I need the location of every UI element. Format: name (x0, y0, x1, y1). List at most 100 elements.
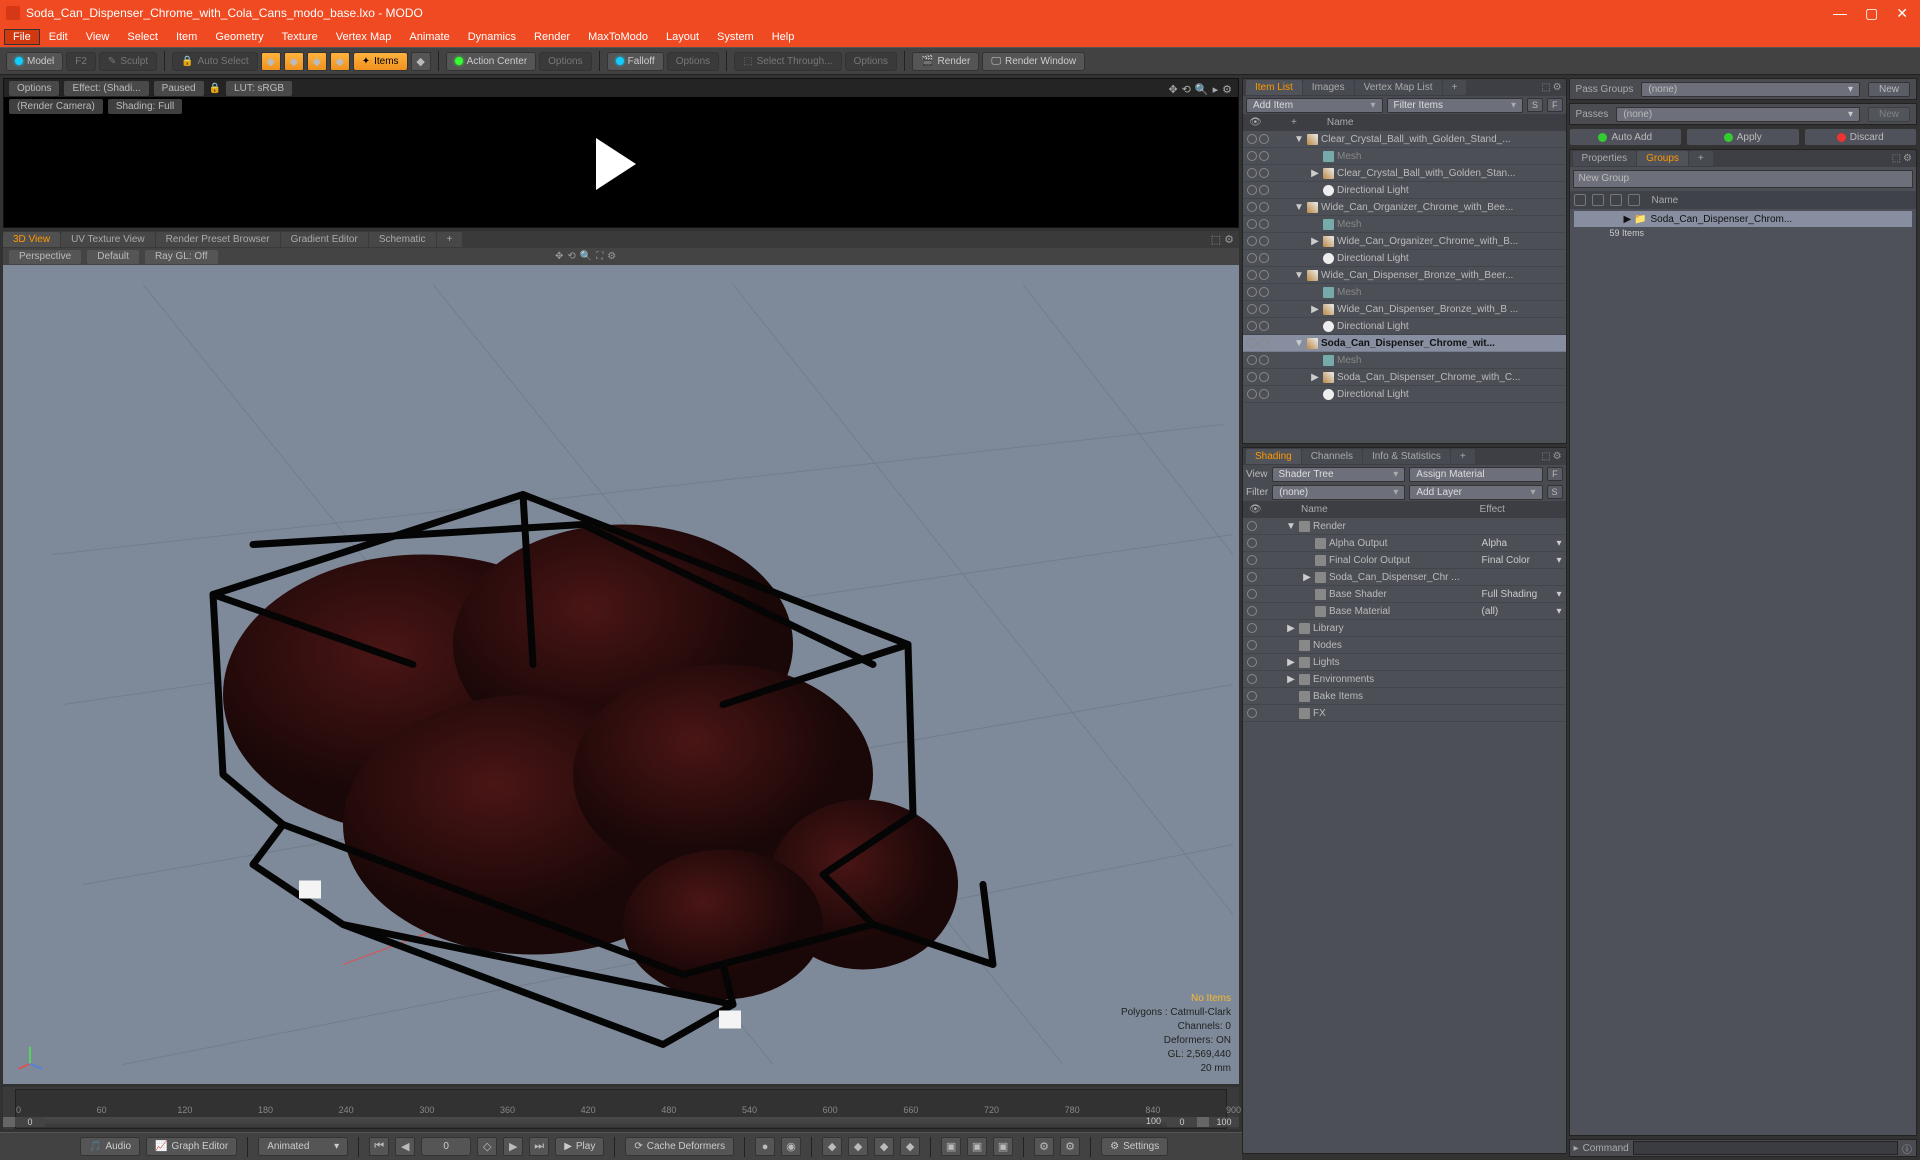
vp-move-icon[interactable]: ✥ (555, 251, 563, 262)
menu-maxtomodo[interactable]: MaxToModo (579, 29, 657, 45)
rec2-icon[interactable]: ◉ (781, 1137, 801, 1156)
gh-c2[interactable] (1592, 194, 1604, 206)
menu-file[interactable]: File (4, 29, 40, 45)
sh-effect-header[interactable]: Effect (1480, 504, 1560, 515)
assign-material-button[interactable]: Assign Material (1409, 467, 1543, 482)
menu-geometry[interactable]: Geometry (206, 29, 272, 45)
item-row[interactable]: ▶ Wide_Can_Dispenser_Bronze_with_B ... (1243, 301, 1566, 318)
group-item[interactable]: ▶ 📁 Soda_Can_Dispenser_Chrom... (1574, 211, 1912, 227)
audio-button[interactable]: 🎵 Audio (80, 1137, 140, 1156)
sh-f-chip[interactable]: F (1547, 467, 1563, 481)
panel-max-icon[interactable]: ⬚ (1541, 451, 1550, 462)
pv-play-icon[interactable]: ▸ (1213, 83, 1219, 96)
item-row[interactable]: Mesh (1243, 284, 1566, 301)
item-row[interactable]: Directional Light (1243, 250, 1566, 267)
cache-button[interactable]: ⟳ Cache Deformers (625, 1137, 734, 1156)
viewport-3d[interactable]: No Items Polygons : Catmull-Clark Channe… (3, 265, 1239, 1084)
menu-texture[interactable]: Texture (273, 29, 327, 45)
add-layer-select[interactable]: Add Layer▾ (1409, 485, 1542, 500)
shading-select[interactable]: Default (87, 250, 139, 264)
maximize-button[interactable]: ▢ (1865, 5, 1878, 22)
pv-gear-icon[interactable]: ⚙ (1222, 83, 1232, 96)
il-f-chip[interactable]: F (1547, 98, 1563, 112)
model-button[interactable]: Model (6, 52, 63, 71)
shader-row[interactable]: Final Color OutputFinal Color▾ (1243, 552, 1566, 569)
current-frame[interactable]: 0 (421, 1137, 471, 1156)
command-input[interactable] (1633, 1141, 1898, 1155)
sh-tab-2[interactable]: Info & Statistics (1363, 449, 1450, 464)
first-frame-icon[interactable]: ⏮ (369, 1137, 389, 1156)
item-row[interactable]: Directional Light (1243, 386, 1566, 403)
shader-row[interactable]: Base ShaderFull Shading▾ (1243, 586, 1566, 603)
graph-button[interactable]: 📈 Graph Editor (146, 1137, 237, 1156)
vp-tab-0[interactable]: 3D View (3, 232, 60, 247)
k4-icon[interactable]: ◆ (900, 1137, 920, 1156)
vp-tab-4[interactable]: Schematic (369, 232, 436, 247)
record-icon[interactable]: ● (755, 1137, 775, 1156)
key-icon[interactable]: ◇ (477, 1137, 497, 1156)
vp-tab-3[interactable]: Gradient Editor (281, 232, 368, 247)
vp-tab-1[interactable]: UV Texture View (61, 232, 155, 247)
pass-new-button[interactable]: New (1868, 82, 1910, 97)
tl-track[interactable]: 100 (45, 1117, 1167, 1127)
filter-none-select[interactable]: (none)▾ (1272, 485, 1405, 500)
new-group-input[interactable]: New Group (1573, 170, 1913, 188)
item-row[interactable]: ▼ Clear_Crystal_Ball_with_Golden_Stand_.… (1243, 131, 1566, 148)
lock-icon[interactable]: 🔒 (209, 83, 221, 94)
raygl-toggle[interactable]: Ray GL: Off (145, 250, 218, 264)
m1-icon[interactable]: ▣ (941, 1137, 961, 1156)
vp-gear2-icon[interactable]: ⚙ (607, 251, 616, 262)
panel-max-icon[interactable]: ⬚ (1541, 82, 1550, 93)
gr-tab-0[interactable]: Properties (1573, 151, 1637, 166)
tl-grip-left[interactable] (3, 1117, 15, 1127)
gh-c1[interactable] (1574, 194, 1586, 206)
menu-help[interactable]: Help (763, 29, 804, 45)
filter-items-select[interactable]: Filter Items▾ (1387, 98, 1524, 113)
n2-icon[interactable]: ⚙ (1060, 1137, 1080, 1156)
sel-mode-1-icon[interactable]: ◆ (261, 52, 281, 71)
passes-select[interactable]: (none)▾ (1616, 107, 1860, 122)
preview-camera[interactable]: (Render Camera) (9, 99, 103, 114)
play-icon[interactable] (596, 138, 636, 190)
minimize-button[interactable]: — (1833, 5, 1847, 22)
shader-row[interactable]: ▼ Render (1243, 518, 1566, 535)
item-row[interactable]: ▼ Wide_Can_Dispenser_Bronze_with_Beer... (1243, 267, 1566, 284)
item-row[interactable]: Mesh (1243, 148, 1566, 165)
item-row[interactable]: ▼ Soda_Can_Dispenser_Chrome_wit... (1243, 335, 1566, 352)
shader-row[interactable]: Bake Items (1243, 688, 1566, 705)
sel-mode-4-icon[interactable]: ◆ (330, 52, 350, 71)
shader-row[interactable]: Alpha OutputAlpha▾ (1243, 535, 1566, 552)
shader-row[interactable]: ▶ Environments (1243, 671, 1566, 688)
sh-tab-3[interactable]: + (1451, 449, 1475, 464)
shader-row[interactable]: ▶ Soda_Can_Dispenser_Chr ... (1243, 569, 1566, 586)
k2-icon[interactable]: ◆ (848, 1137, 868, 1156)
panel-max-icon[interactable]: ⬚ (1892, 153, 1901, 164)
preview-effect[interactable]: Effect: (Shadi... (64, 81, 148, 96)
sh-tab-1[interactable]: Channels (1302, 449, 1362, 464)
options-2-button[interactable]: Options (667, 52, 719, 71)
close-button[interactable]: ✕ (1896, 5, 1908, 22)
shader-tree-select[interactable]: Shader Tree▾ (1272, 467, 1406, 482)
sh-tab-0[interactable]: Shading (1246, 449, 1301, 464)
item-row[interactable]: Directional Light (1243, 182, 1566, 199)
vp-gear-icon[interactable]: ⚙ (1224, 233, 1234, 246)
vp-rotate-icon[interactable]: ⟲ (567, 251, 575, 262)
play-button[interactable]: ▶ Play (555, 1137, 604, 1156)
apply-button[interactable]: Apply (1686, 128, 1799, 146)
m2-icon[interactable]: ▣ (967, 1137, 987, 1156)
menu-vertex-map[interactable]: Vertex Map (327, 29, 401, 45)
render-preview[interactable]: Options Effect: (Shadi... Paused 🔒 LUT: … (3, 78, 1239, 228)
menu-view[interactable]: View (77, 29, 119, 45)
vp-tab-2[interactable]: Render Preset Browser (156, 232, 280, 247)
render-window-button[interactable]: 🖵 Render Window (982, 52, 1085, 71)
sculpt-button[interactable]: ✎ Sculpt (99, 52, 157, 71)
panel-gear-icon[interactable]: ⚙ (1903, 153, 1912, 164)
command-line[interactable]: ▸Command ⓘ (1569, 1139, 1917, 1157)
shader-row[interactable]: ▶ Lights (1243, 654, 1566, 671)
sh-s-chip[interactable]: S (1547, 485, 1563, 499)
il-tab-0[interactable]: Item List (1246, 80, 1302, 95)
menu-animate[interactable]: Animate (400, 29, 458, 45)
preview-shading[interactable]: Shading: Full (108, 99, 182, 114)
pv-rotate-icon[interactable]: ⟲ (1182, 83, 1191, 96)
sel-mode-3-icon[interactable]: ◆ (307, 52, 327, 71)
